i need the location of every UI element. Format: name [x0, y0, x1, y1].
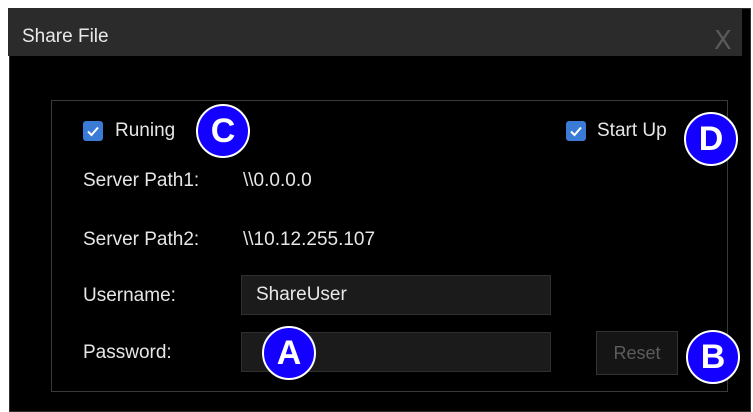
startup-label[interactable]: Start Up	[597, 120, 667, 142]
username-label: Username:	[83, 285, 176, 306]
password-label: Password:	[83, 342, 172, 363]
username-input[interactable]: ShareUser	[241, 275, 551, 315]
annotation-badge-a: A	[262, 326, 316, 380]
running-checkbox[interactable]	[83, 121, 103, 141]
server-path1-value: \\0.0.0.0	[243, 170, 312, 191]
window-title: Share File	[22, 26, 109, 47]
annotation-badge-b: B	[686, 330, 740, 384]
close-icon[interactable]: X	[714, 26, 742, 56]
startup-checkbox[interactable]	[566, 121, 586, 141]
server-path1-label: Server Path1:	[83, 170, 200, 191]
checkmark-icon	[570, 126, 582, 137]
server-path2-label: Server Path2:	[83, 229, 200, 250]
annotation-badge-c: C	[196, 104, 250, 158]
checkmark-icon	[87, 126, 99, 137]
server-path2-value: \\10.12.255.107	[243, 229, 376, 250]
title-bar: Share File X	[8, 8, 742, 56]
reset-button[interactable]: Reset	[596, 331, 678, 375]
annotation-badge-d: D	[684, 112, 738, 166]
running-label[interactable]: Runing	[115, 120, 175, 142]
